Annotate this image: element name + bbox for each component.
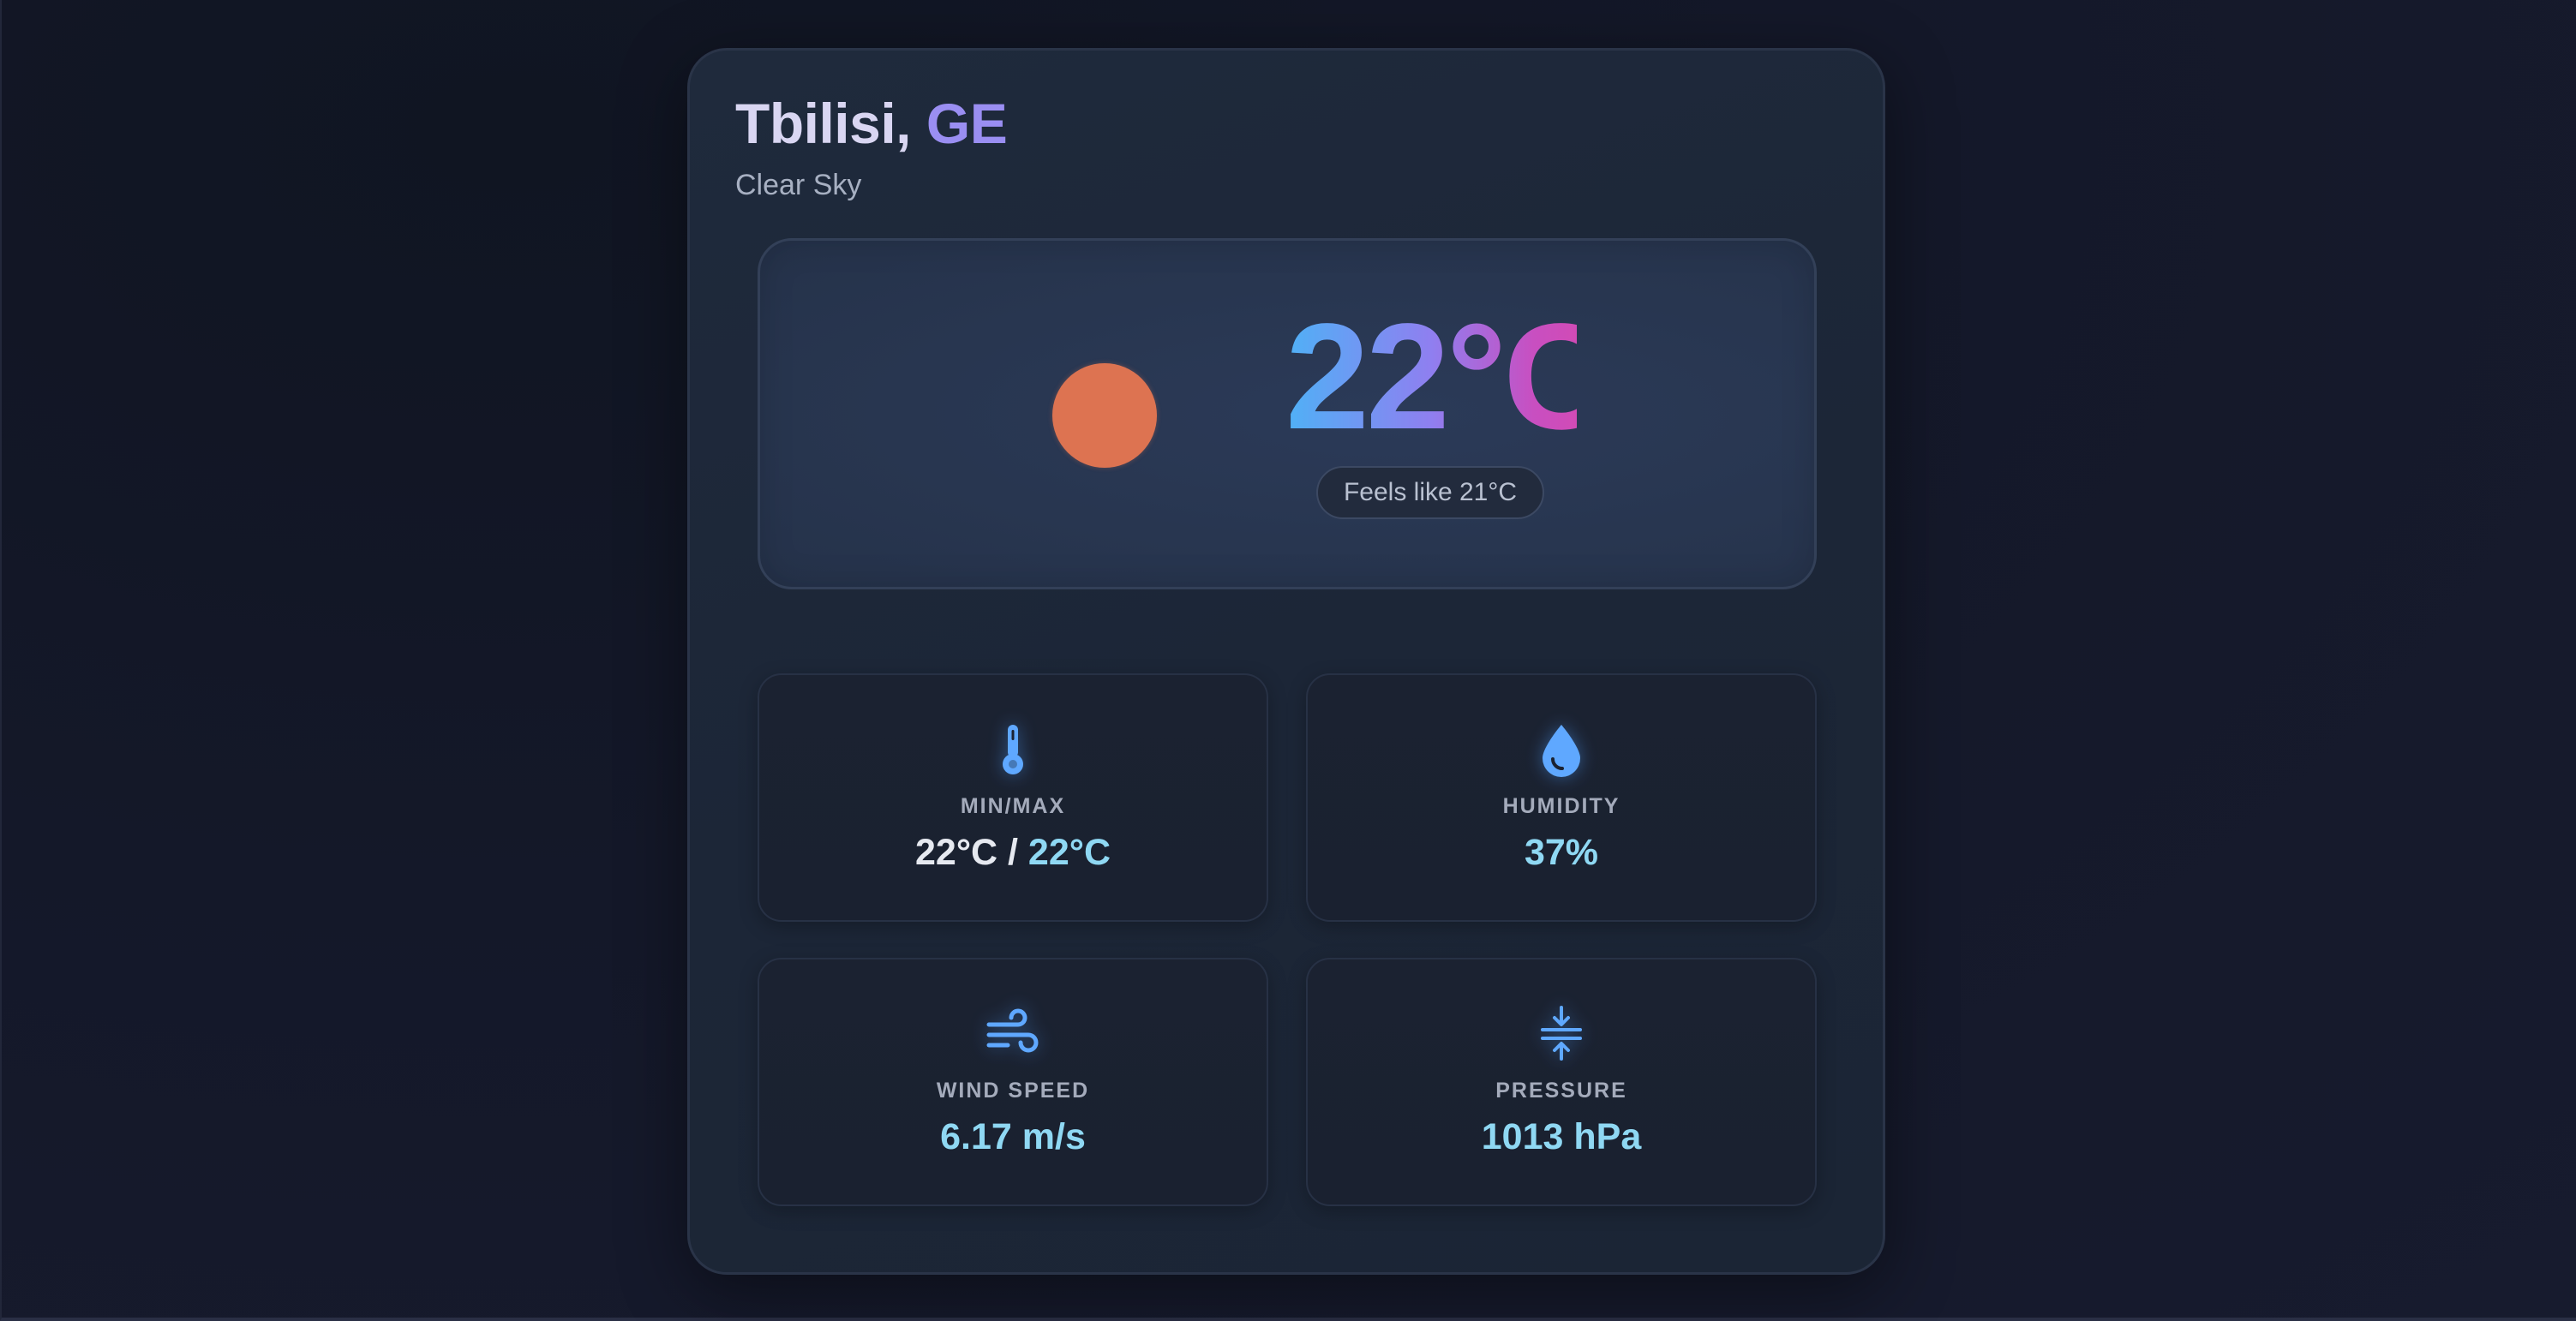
- stat-card-humidity: HUMIDITY 37%: [1306, 673, 1817, 922]
- country-code: GE: [926, 92, 1008, 155]
- stat-card-minmax: MIN/MAX 22°C / 22°C: [758, 673, 1268, 922]
- location-title: Tbilisi, GE: [735, 89, 1008, 158]
- water-drop-icon: [1531, 718, 1592, 780]
- sun-icon: [1052, 363, 1157, 468]
- stat-label: MIN/MAX: [960, 794, 1066, 818]
- weather-condition: Clear Sky: [735, 169, 862, 201]
- city-name: Tbilisi,: [735, 92, 912, 155]
- stat-card-wind: WIND SPEED 6.17 m/s: [758, 958, 1268, 1206]
- minmax-separator: /: [997, 832, 1028, 873]
- min-temp: 22°C: [915, 832, 998, 873]
- wind-icon: [982, 1002, 1044, 1064]
- weather-header: Tbilisi, GE Clear Sky: [735, 89, 1008, 204]
- stat-value-wind: 6.17 m/s: [940, 1116, 1086, 1157]
- pressure-compress-icon: [1531, 1002, 1592, 1064]
- feels-like-badge: Feels like 21°C: [1316, 466, 1544, 519]
- stat-value-minmax: 22°C / 22°C: [759, 829, 1267, 876]
- max-temp: 22°C: [1027, 832, 1111, 873]
- stat-value-humidity: 37%: [1524, 832, 1599, 873]
- stat-label: WIND SPEED: [936, 1079, 1090, 1103]
- stat-label: PRESSURE: [1495, 1079, 1627, 1103]
- stat-card-pressure: PRESSURE 1013 hPa: [1306, 958, 1817, 1206]
- stat-value-pressure: 1013 hPa: [1481, 1116, 1642, 1157]
- thermometer-icon: [982, 718, 1044, 780]
- current-temperature: 22°C: [1285, 293, 1612, 461]
- stat-label: HUMIDITY: [1502, 794, 1620, 818]
